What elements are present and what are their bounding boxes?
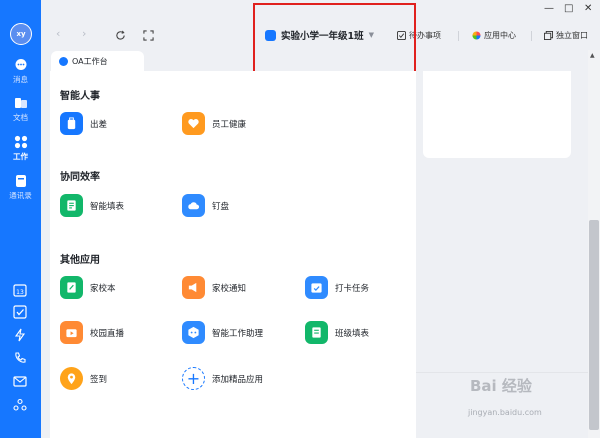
section-title: 其他应用	[60, 255, 100, 266]
app-center-label: 应用中心	[484, 31, 516, 40]
megaphone-icon	[182, 276, 205, 299]
app-label: 钉盘	[212, 201, 230, 212]
app-home-school-book[interactable]: 家校本	[60, 276, 116, 299]
sidebar-item-contacts[interactable]: 通讯录	[0, 174, 41, 201]
sidebar-item-work[interactable]: 工作	[0, 135, 41, 162]
live-tv-icon	[60, 321, 83, 344]
add-premium-app-button[interactable]: + 添加精品应用	[182, 367, 263, 390]
divider	[458, 31, 459, 41]
window-icon	[544, 31, 553, 40]
app-label: 打卡任务	[335, 283, 370, 294]
left-sidebar: xy 消息 文档 工作 通讯录 13	[0, 0, 41, 438]
suitcase-icon	[60, 112, 83, 135]
app-label: 智能填表	[90, 201, 125, 212]
app-sign-in[interactable]: 签到	[60, 367, 107, 390]
sidebar-item-label: 文档	[13, 113, 28, 122]
app-label: 家校通知	[212, 283, 247, 294]
app-checkin-task[interactable]: 打卡任务	[305, 276, 369, 299]
app-dingpan[interactable]: 钉盘	[182, 194, 229, 217]
close-button[interactable]: ✕	[584, 3, 592, 14]
svg-text:13: 13	[16, 289, 24, 296]
notebook-icon	[60, 276, 83, 299]
workbench-panel: 智能人事 出差 员工健康 协同效率 智能填表 钉盘 其他应用 家校本 家校通知 …	[50, 71, 416, 438]
sidebar-item-messages[interactable]: 消息	[0, 58, 41, 85]
phone-icon[interactable]	[13, 351, 27, 365]
chat-icon	[15, 59, 26, 70]
app-label: 智能工作助理	[212, 328, 264, 339]
tab-label: OA工作台	[72, 56, 108, 66]
app-center-link[interactable]: 应用中心	[472, 30, 516, 41]
app-employee-health[interactable]: 员工健康	[182, 112, 246, 135]
app-class-form[interactable]: 班级填表	[305, 321, 369, 344]
recycle-icon[interactable]	[13, 398, 27, 412]
user-avatar[interactable]: xy	[10, 23, 32, 45]
app-label: 员工健康	[212, 119, 247, 130]
right-info-card	[423, 71, 571, 158]
calendar-check-icon	[305, 276, 328, 299]
standalone-window-label: 独立窗口	[556, 31, 588, 40]
cloud-icon	[182, 194, 205, 217]
form-icon	[60, 194, 83, 217]
divider	[416, 372, 588, 373]
app-campus-live[interactable]: 校园直播	[60, 321, 124, 344]
location-pin-icon	[60, 367, 83, 390]
app-label: 添加精品应用	[212, 374, 264, 385]
app-label: 签到	[90, 374, 108, 385]
red-highlight-box	[253, 3, 416, 77]
scrollbar-thumb[interactable]	[589, 220, 599, 430]
divider	[531, 31, 532, 41]
minimize-button[interactable]: —	[544, 3, 554, 14]
app-label: 家校本	[90, 283, 116, 294]
tab-oa-workbench[interactable]: OA工作台	[51, 51, 144, 71]
sidebar-item-label: 工作	[13, 152, 28, 161]
refresh-icon[interactable]	[115, 30, 126, 41]
table-form-icon	[305, 321, 328, 344]
robot-icon	[182, 321, 205, 344]
lightning-icon[interactable]	[13, 328, 27, 342]
mail-icon[interactable]	[13, 374, 27, 388]
sidebar-item-label: 消息	[13, 75, 28, 84]
app-school-notice[interactable]: 家校通知	[182, 276, 246, 299]
app-smart-form[interactable]: 智能填表	[60, 194, 124, 217]
section-title: 智能人事	[60, 91, 100, 102]
contacts-icon	[15, 175, 26, 187]
app-label: 校园直播	[90, 328, 125, 339]
forward-button[interactable]: ›	[82, 27, 86, 40]
sidebar-item-label: 通讯录	[9, 191, 32, 200]
fullscreen-icon[interactable]	[143, 30, 154, 41]
plus-icon: +	[182, 367, 205, 390]
app-business-trip[interactable]: 出差	[60, 112, 107, 135]
heart-icon	[182, 112, 205, 135]
standalone-window-link[interactable]: 独立窗口	[544, 30, 588, 41]
watermark-url: jingyan.baidu.com	[468, 408, 542, 417]
app-smart-assistant[interactable]: 智能工作助理	[182, 321, 263, 344]
oa-icon	[59, 56, 68, 66]
calendar-icon[interactable]: 13	[13, 283, 27, 297]
section-title: 协同效率	[60, 172, 100, 183]
todo-check-icon[interactable]	[13, 305, 27, 319]
grid-icon	[14, 135, 27, 149]
watermark-logo: Bai 经验	[470, 377, 532, 395]
scroll-up-icon[interactable]: ▲	[590, 52, 595, 59]
app-label: 出差	[90, 119, 108, 130]
app-label: 班级填表	[335, 328, 370, 339]
app-center-icon	[472, 31, 481, 40]
maximize-button[interactable]: □	[564, 3, 573, 14]
sidebar-item-docs[interactable]: 文档	[0, 96, 41, 123]
docs-icon	[14, 98, 27, 108]
back-button[interactable]: ‹	[56, 27, 60, 40]
